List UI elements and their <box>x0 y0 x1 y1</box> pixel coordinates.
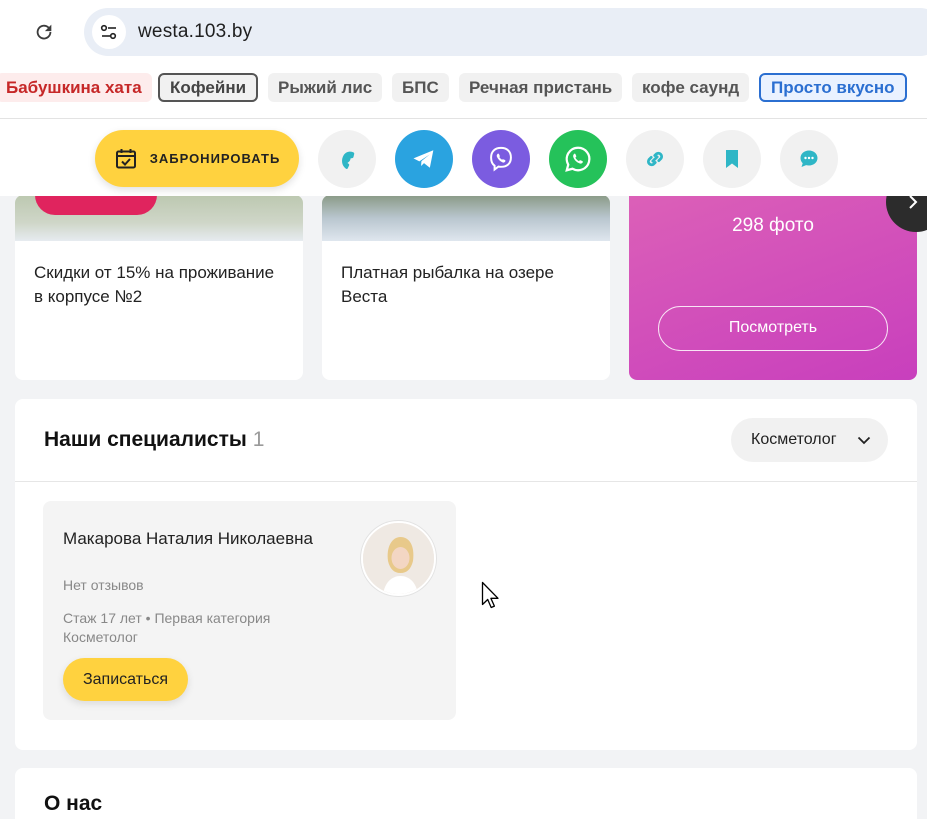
chat-button[interactable] <box>780 130 838 188</box>
book-button[interactable]: ЗАБРОНИРОВАТЬ <box>95 130 299 187</box>
specialists-section: Наши специалисты 1 Косметолог Макарова На… <box>15 399 917 750</box>
bookmark-chip[interactable]: Речная пристань <box>459 73 623 102</box>
photos-count: 298 фото <box>732 215 814 236</box>
specialty-filter-select[interactable]: Косметолог <box>731 418 888 462</box>
book-button-label: ЗАБРОНИРОВАТЬ <box>149 151 281 166</box>
about-section: О нас <box>15 768 917 819</box>
promo-card[interactable]: Скидки от 15% на проживание в корпусе №2 <box>15 195 303 380</box>
fishing-card[interactable]: Платная рыбалка на озере Веста <box>322 195 610 380</box>
chat-icon <box>800 150 818 167</box>
link-icon <box>647 151 663 167</box>
phone-icon <box>342 151 355 169</box>
specialist-role: Косметолог <box>63 629 138 645</box>
viber-button[interactable] <box>472 130 530 188</box>
specialist-name[interactable]: Макарова Наталия Николаевна <box>63 527 323 551</box>
viber-icon <box>490 146 512 172</box>
save-bookmark-button[interactable] <box>703 130 761 188</box>
calendar-icon <box>115 148 136 168</box>
promo-badge <box>35 195 157 215</box>
site-info-icon[interactable] <box>92 15 126 49</box>
chevron-down-icon <box>857 436 870 444</box>
phone-button[interactable] <box>318 130 376 188</box>
mouse-cursor-icon <box>481 581 499 609</box>
bookmarks-bar: Бабушкина хата Кофейни Рыжий лис БПС Реч… <box>0 64 927 118</box>
action-bar: ЗАБРОНИРОВАТЬ <box>0 118 927 196</box>
share-link-button[interactable] <box>626 130 684 188</box>
specialist-photo <box>363 523 434 594</box>
telegram-button[interactable] <box>395 130 453 188</box>
address-bar[interactable]: westa.103.by <box>84 8 927 56</box>
whatsapp-button[interactable] <box>549 130 607 188</box>
fishing-card-image <box>322 195 610 241</box>
url-text[interactable]: westa.103.by <box>138 21 252 43</box>
specialist-card[interactable]: Макарова Наталия Николаевна Нет отзывов … <box>43 501 456 720</box>
section-divider <box>15 481 917 482</box>
view-photos-button[interactable]: Посмотреть <box>658 306 888 351</box>
bookmark-chip[interactable]: Бабушкина хата <box>0 73 152 102</box>
telegram-icon <box>413 150 434 168</box>
specialist-book-button[interactable]: Записаться <box>63 658 188 701</box>
specialists-count: 1 <box>252 428 265 451</box>
reload-icon[interactable] <box>28 16 60 48</box>
bookmark-icon <box>726 150 738 168</box>
whatsapp-icon <box>565 146 591 172</box>
bookmark-chip[interactable]: БПС <box>392 73 449 102</box>
bookmark-chip[interactable]: Кофейни <box>158 73 259 102</box>
promo-card-title: Скидки от 15% на проживание в корпусе №2 <box>34 263 275 306</box>
fishing-card-title: Платная рыбалка на озере Веста <box>341 263 554 306</box>
bookmark-chip[interactable]: кофе саунд <box>632 73 750 102</box>
specialist-meta: Стаж 17 лет • Первая категория Косметоло… <box>63 609 270 647</box>
specialists-title: Наши специалисты 1 <box>44 428 264 452</box>
specialists-title-text: Наши специалисты <box>44 428 247 451</box>
browser-toolbar: westa.103.by <box>0 0 927 64</box>
chevron-right-icon <box>909 195 918 209</box>
specialty-filter-value: Косметолог <box>751 431 837 448</box>
specialist-experience: Стаж 17 лет • Первая категория <box>63 610 271 626</box>
bookmark-chip[interactable]: Просто вкусно <box>759 73 907 102</box>
specialist-reviews: Нет отзывов <box>63 577 144 593</box>
about-title: О нас <box>44 792 103 815</box>
bookmark-chip[interactable]: Рыжий лис <box>268 73 383 102</box>
specialist-avatar[interactable] <box>361 521 436 596</box>
